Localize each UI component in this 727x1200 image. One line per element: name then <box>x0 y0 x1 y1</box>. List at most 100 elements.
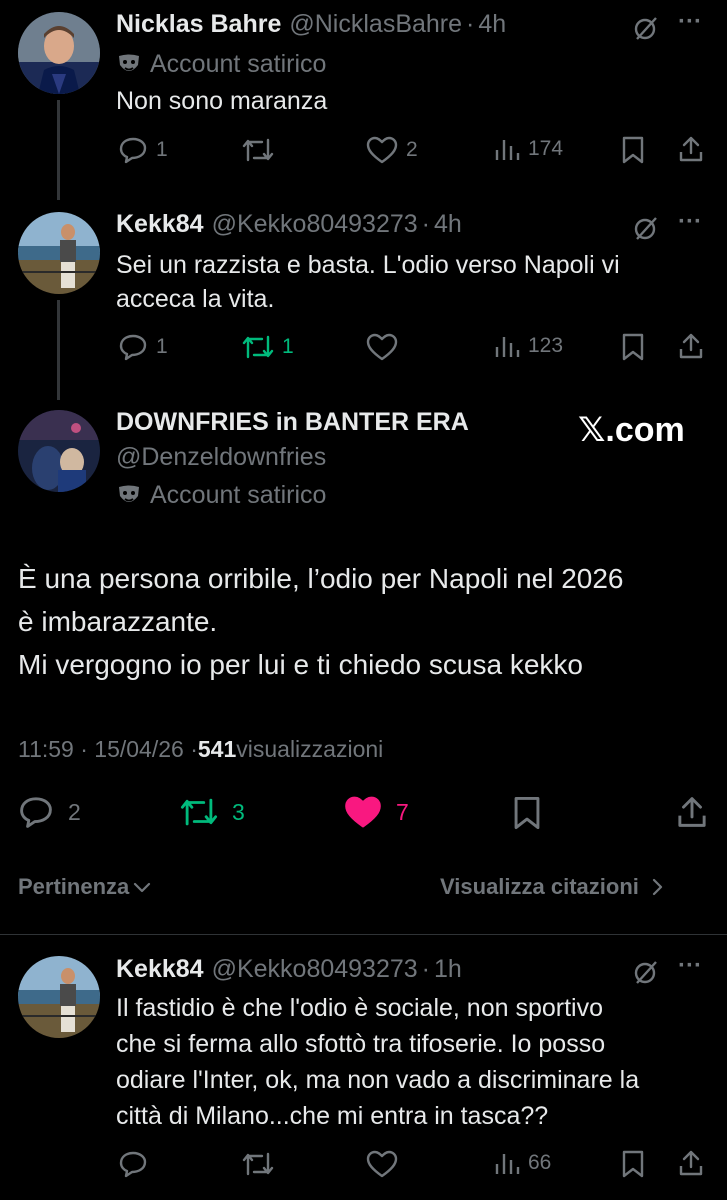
tweet-text-line: che si ferma allo sfottò tra tifoserie. … <box>116 1030 606 1058</box>
view-quotes-label: Visualizza citazioni <box>440 874 639 899</box>
avatar[interactable] <box>18 12 100 94</box>
chevron-right-icon <box>652 878 662 896</box>
tweet-text-line: città di Milano...che mi entra in tasca?… <box>116 1102 549 1130</box>
separator-dot: · <box>421 955 430 983</box>
view-count: 123 <box>528 334 564 357</box>
theater-mask-icon <box>119 485 139 502</box>
bookmark-button[interactable] <box>620 136 646 169</box>
tweet-text-line: odiare l'Inter, ok, ma non vado a discri… <box>116 1066 640 1094</box>
grok-icon[interactable] <box>632 14 660 47</box>
view-count: 541 <box>197 736 237 762</box>
display-name[interactable]: Kekk84 <box>116 210 204 239</box>
reply-icon <box>119 137 147 164</box>
reply-count: 1 <box>156 138 168 161</box>
username[interactable]: @Kekko80493273 <box>212 210 418 239</box>
tweet-text: Il fastidio è che l'odio è sociale, non … <box>116 990 639 1134</box>
retweet-count: 3 <box>232 798 245 825</box>
share-button[interactable] <box>678 135 704 168</box>
heart-icon <box>366 333 398 361</box>
sort-label: Pertinenza <box>18 874 130 899</box>
satire-badge: Account satirico <box>116 481 326 510</box>
tweet-text-line: acceca la vita. <box>116 285 275 313</box>
retweet-button[interactable]: 1 <box>242 333 294 361</box>
username[interactable]: @Denzeldownfries <box>116 443 326 472</box>
views-label: visualizzazioni <box>236 736 384 762</box>
reply-button[interactable] <box>118 1150 148 1178</box>
share-button[interactable] <box>676 795 708 834</box>
username[interactable]: @Kekko80493273 <box>212 955 418 984</box>
heart-icon <box>366 136 398 164</box>
reply-icon <box>20 797 52 828</box>
share-icon <box>678 797 706 827</box>
bookmark-button[interactable] <box>620 333 646 366</box>
tweet-text-line: Sei un razzista e basta. L'odio verso Na… <box>116 251 620 279</box>
divider <box>0 934 727 935</box>
display-name[interactable]: Nicklas Bahre <box>116 10 281 39</box>
share-icon <box>679 333 703 359</box>
like-button[interactable] <box>366 1150 398 1178</box>
bookmark-icon <box>622 1150 644 1178</box>
sort-dropdown[interactable]: Pertinenza <box>18 874 151 900</box>
timestamp[interactable]: 1h <box>434 955 462 984</box>
satire-badge: Account satirico <box>116 50 326 79</box>
avatar[interactable] <box>18 956 100 1038</box>
avatar[interactable] <box>18 410 100 492</box>
tweet-meta: 11:59 · 15/04/26 · 541 visualizzazioni <box>18 736 383 763</box>
timestamp[interactable]: 4h <box>434 210 462 239</box>
badge-label: Account satirico <box>150 481 327 509</box>
grok-icon[interactable] <box>632 214 660 247</box>
retweet-button[interactable]: 3 <box>180 795 245 829</box>
bookmark-button[interactable] <box>511 796 543 835</box>
grok-icon[interactable] <box>632 958 660 991</box>
views-button[interactable]: 174 <box>494 136 563 162</box>
views-button[interactable]: 123 <box>494 333 563 359</box>
display-name[interactable]: DOWNFRIES in BANTER ERA <box>116 408 469 437</box>
like-button[interactable] <box>366 333 406 361</box>
retweet-icon <box>242 1152 274 1176</box>
more-icon[interactable]: ··· <box>678 208 702 236</box>
tweet-text-line: è imbarazzante. <box>18 606 218 637</box>
reply-button[interactable]: 1 <box>118 136 168 164</box>
heart-icon <box>345 796 381 828</box>
retweet-icon <box>180 798 218 826</box>
timestamp[interactable]: 11:59 · 15/04/26 · <box>18 736 198 763</box>
retweet-button[interactable] <box>242 1150 274 1178</box>
chart-bars-icon <box>495 140 520 160</box>
retweet-count: 1 <box>282 335 294 358</box>
reply-icon <box>119 1151 147 1178</box>
tweet-header: Nicklas Bahre @NicklasBahre · 4h <box>116 10 506 39</box>
theater-mask-icon <box>119 54 139 71</box>
retweet-icon <box>242 138 274 162</box>
bookmark-button[interactable] <box>620 1150 646 1183</box>
like-button[interactable]: 7 <box>344 795 409 829</box>
more-icon[interactable]: ··· <box>678 952 702 980</box>
reply-button[interactable]: 2 <box>18 795 81 829</box>
view-quotes-link[interactable]: Visualizza citazioni <box>440 874 663 900</box>
views-button[interactable]: 66 <box>494 1150 551 1176</box>
timestamp[interactable]: 4h <box>478 10 506 39</box>
retweet-button[interactable] <box>242 136 282 164</box>
tweet-text: È una persona orribile, l’odio per Napol… <box>18 557 624 686</box>
avatar[interactable] <box>18 212 100 294</box>
tweet-text-line: Il fastidio è che l'odio è sociale, non … <box>116 994 603 1022</box>
share-icon <box>679 136 703 162</box>
badge-label: Account satirico <box>150 50 327 78</box>
like-button[interactable]: 2 <box>366 136 418 164</box>
tweet-text: Non sono maranza <box>116 87 328 115</box>
share-button[interactable] <box>678 332 704 365</box>
username[interactable]: @NicklasBahre <box>289 10 462 39</box>
like-count: 7 <box>396 798 409 825</box>
reply-icon <box>119 334 147 361</box>
more-icon[interactable]: ··· <box>678 8 702 36</box>
retweet-icon <box>242 335 274 359</box>
reply-button[interactable]: 1 <box>118 333 168 361</box>
reply-count: 1 <box>156 335 168 358</box>
share-button[interactable] <box>678 1149 704 1182</box>
tweet-text: Sei un razzista e basta. L'odio verso Na… <box>116 248 620 316</box>
chart-bars-icon <box>495 1154 520 1174</box>
tweet-text-line: Mi vergogno io per lui e ti chiedo scusa… <box>18 649 583 680</box>
display-name[interactable]: Kekk84 <box>116 955 204 984</box>
like-count: 2 <box>406 138 418 161</box>
bookmark-icon <box>622 136 644 164</box>
share-icon <box>679 1150 703 1176</box>
